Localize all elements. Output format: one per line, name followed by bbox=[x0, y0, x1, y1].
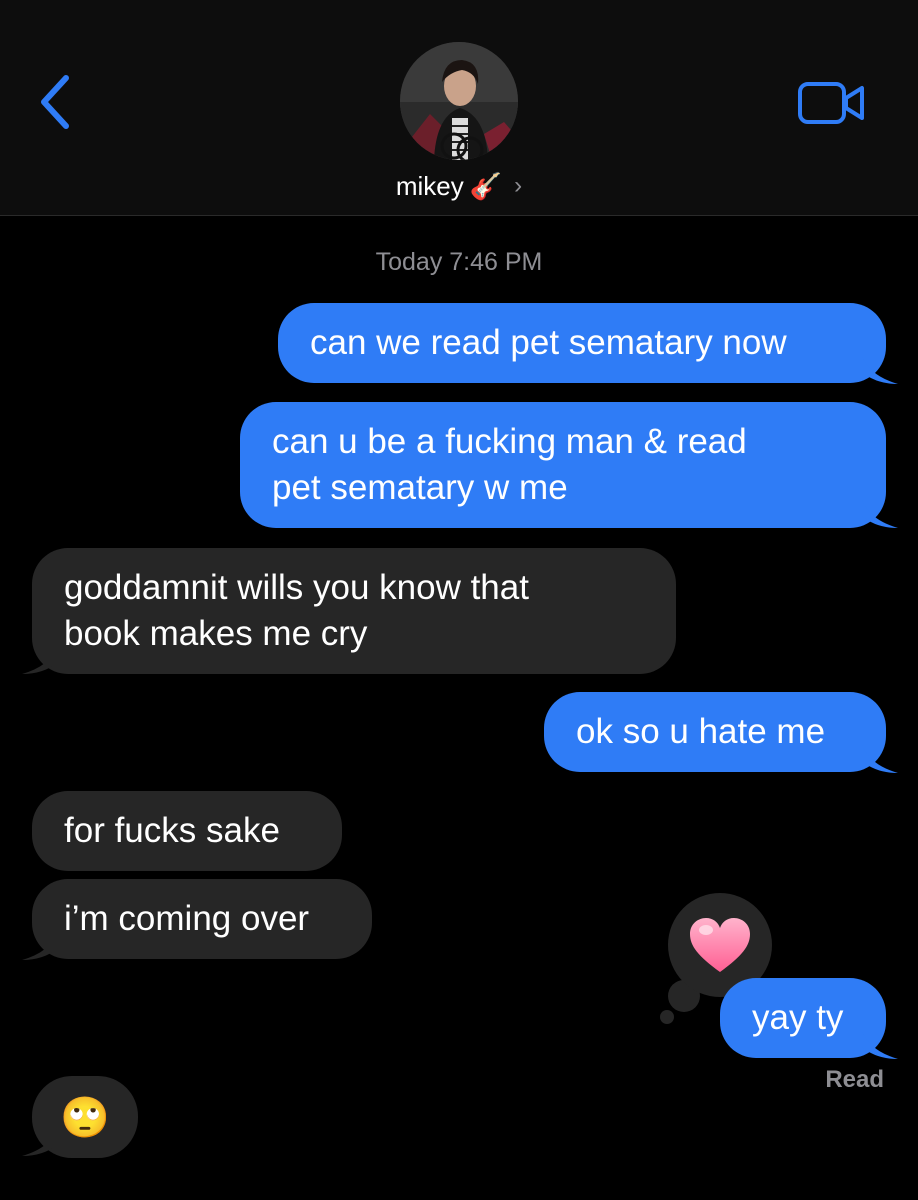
message-bubble-received[interactable]: for fucks sake bbox=[32, 791, 342, 871]
contact-name: mikey bbox=[395, 170, 464, 201]
contact-name-row[interactable]: mikey 🎸 › bbox=[0, 166, 918, 206]
read-receipt: Read bbox=[825, 1066, 884, 1093]
bubble-tail bbox=[22, 646, 58, 674]
tapback-dot bbox=[660, 1010, 674, 1024]
bubble-tail bbox=[22, 932, 58, 960]
message-bubble-sent[interactable]: can we read pet sematary now bbox=[278, 303, 886, 383]
eye-roll-emoji: 🙄 bbox=[60, 1095, 110, 1140]
chevron-right-icon: › bbox=[514, 172, 523, 199]
message-bubble-sent[interactable]: ok so u hate me bbox=[544, 692, 886, 772]
back-chevron-icon bbox=[41, 75, 69, 129]
bubble-tail bbox=[862, 500, 898, 528]
guitar-emoji: 🎸 bbox=[469, 170, 503, 201]
video-camera-icon bbox=[798, 82, 864, 124]
message-text: ok so u hate me bbox=[576, 712, 826, 751]
facetime-video-button[interactable] bbox=[796, 78, 868, 128]
bubble-tail bbox=[862, 356, 898, 384]
message-text-line: goddamnit wills you know that bbox=[64, 568, 529, 607]
heart-icon bbox=[690, 918, 750, 972]
message-text-line: pet sematary w me bbox=[272, 468, 568, 507]
message-bubble-sent[interactable]: can u be a fucking man & read pet semata… bbox=[240, 402, 886, 528]
message-text: can we read pet sematary now bbox=[310, 323, 787, 362]
message-timestamp: Today 7:46 PM bbox=[375, 248, 543, 276]
conversation-header: mikey 🎸 › bbox=[0, 0, 918, 216]
message-text-line: can u be a fucking man & read bbox=[272, 422, 747, 461]
message-bubble-received[interactable]: goddamnit wills you know that book makes… bbox=[32, 548, 676, 674]
back-button[interactable] bbox=[32, 72, 82, 132]
avatar-photo bbox=[400, 42, 518, 160]
bubble-tail bbox=[862, 745, 898, 773]
contact-avatar[interactable] bbox=[400, 42, 518, 160]
message-text: for fucks sake bbox=[64, 811, 280, 850]
message-bubble-received[interactable]: i’m coming over bbox=[32, 879, 372, 959]
message-text: yay ty bbox=[752, 998, 844, 1037]
message-text: i’m coming over bbox=[64, 899, 310, 938]
bubble-tail bbox=[862, 1031, 898, 1059]
bubble-tail bbox=[22, 1128, 58, 1156]
message-text-line: book makes me cry bbox=[64, 614, 368, 653]
